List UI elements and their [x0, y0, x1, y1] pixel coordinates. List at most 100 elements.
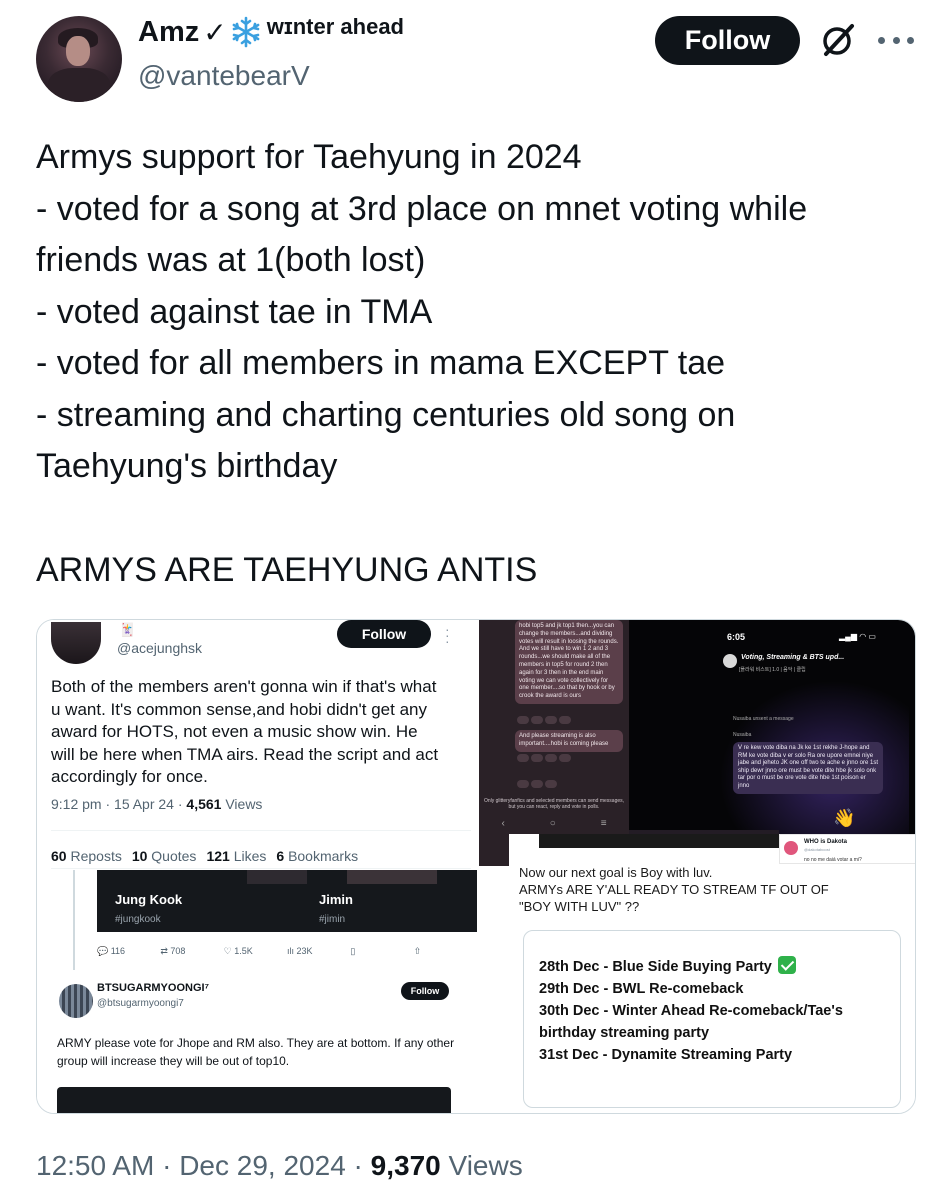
chat-notice: Only glitteryfanfics and selected member…: [483, 798, 625, 810]
embedded-follow-button: Follow: [401, 982, 449, 1000]
embedded-meta: 9:12 pm · 15 Apr 24 · 4,561 Views: [51, 796, 262, 812]
embedded-actions: 💬 116 ⇄ 708 ♡ 1.5K ılı 23K ▯ ⇧: [97, 946, 477, 957]
schedule-list: 28th Dec - Blue Side Buying Party 29th D…: [539, 956, 909, 1066]
bookmark-icon: ▯: [350, 946, 356, 956]
post-time[interactable]: 12:50 AM: [36, 1150, 154, 1182]
schedule-item: 29th Dec - BWL Re-comeback: [539, 981, 744, 997]
views-count: ılı 23K: [286, 946, 313, 956]
chat-bubble: V re kew vote diba na Jk ke 1st rekhe J-…: [733, 742, 883, 794]
chat-reactions: [517, 780, 559, 789]
repost-count: ⇄ 708: [160, 946, 186, 956]
embedded-stats: 60 Reposts 10 Quotes 121 Likes 6 Bookmar…: [51, 848, 358, 864]
chat-system-text: Nusaiba unsent a message: [733, 716, 794, 722]
divider: [51, 868, 471, 869]
tweet-footer: 12:50 AM · Dec 29, 2024 · 9,370 Views: [36, 1150, 523, 1182]
tweet-text: Armys support for Taehyung in 2024 - vot…: [36, 132, 916, 596]
divider: [51, 830, 471, 831]
reply-count: 💬 116: [97, 946, 126, 956]
embedded-meta-views: 4,561: [186, 796, 222, 812]
embedded-name: WHO is Dakota: [804, 839, 848, 845]
check-icon: [777, 956, 796, 974]
schedule-item: 31st Dec - Dynamite Streaming Party: [539, 1047, 793, 1063]
member-name: Jung Kook: [115, 892, 183, 907]
chat-reactions: [517, 716, 573, 725]
more-dot: [892, 36, 900, 44]
embedded-avatar: [51, 622, 101, 664]
media-image-left[interactable]: 🃏 @acejunghsk Follow · · · Both of the mem…: [37, 620, 479, 1113]
thread-line: [73, 870, 75, 970]
stat-likes: 121 Likes: [206, 848, 267, 864]
member-photo: [247, 870, 307, 884]
embedded-more-icon: · · ·: [445, 621, 450, 649]
tweet-line: Taehyung's birthday: [36, 447, 338, 485]
name-row: Amz ✓ wɪnter ahead: [138, 12, 404, 52]
embedded-name-emoji: 🃏: [119, 622, 136, 637]
embedded-dark-strip: [539, 834, 779, 848]
tweet-line: - voted for a song at 3rd place on mnet …: [36, 189, 808, 228]
chat-group-avatar: [723, 654, 737, 668]
embedded-handle: @acejunghsk: [117, 640, 203, 656]
chat-bubble: And please streaming is also important..…: [515, 730, 623, 752]
schedule-intro: Now our next goal is Boy with luv. ARMYs…: [519, 864, 909, 915]
name-check: ✓: [203, 16, 227, 48]
display-name[interactable]: Amz: [138, 16, 199, 49]
member-photo: [347, 870, 437, 884]
schedule-item: birthday streaming party: [539, 1025, 710, 1041]
follow-button[interactable]: Follow: [655, 16, 800, 65]
chat-time: 6:05: [727, 632, 746, 642]
stat-quotes: 10 Quotes: [131, 848, 197, 864]
separator: ·: [345, 1150, 371, 1181]
embedded-meta-time: 9:12 pm · 15 Apr 24 ·: [51, 796, 187, 812]
name-suffix: wɪnter ahead: [266, 14, 404, 39]
tweet-closing: ARMYS ARE TAEHYUNG ANTIS: [36, 550, 538, 589]
avatar-body: [48, 68, 110, 102]
views-count: 9,370: [370, 1150, 441, 1181]
embedded-reply-card: WHO is Dakota @dakotaboost no no me daiá…: [779, 834, 915, 864]
separator: ·: [154, 1150, 180, 1181]
tweet-line: - voted against tae in TMA: [36, 292, 433, 331]
stat-bookmarks: 6 Bookmarks: [276, 848, 359, 864]
grok-icon[interactable]: [818, 20, 858, 60]
phone-status-icons: ▂▄▆ ◠ ▭: [839, 632, 876, 641]
intro-line: ARMYs ARE Y'ALL READY TO STREAM TF OUT O…: [519, 882, 829, 897]
embedded-avatar: [59, 984, 93, 1018]
member-tag: #jimin: [319, 914, 346, 925]
snowflake-icon: [232, 16, 260, 48]
share-icon: ⇧: [413, 946, 422, 956]
embedded-avatar: [784, 841, 798, 855]
embedded-dark-card: [57, 1087, 451, 1113]
tweet-line: Armys support for Taehyung in 2024: [36, 138, 582, 176]
media-image-schedule[interactable]: WHO is Dakota @dakotaboost no no me daiá…: [509, 834, 915, 1113]
chat-bubble: hobi top5 and jk top1 then...you can cha…: [515, 620, 623, 704]
avatar[interactable]: [36, 16, 122, 102]
like-count: ♡ 1.5K: [223, 946, 253, 956]
chat-nav: ‹ ○ ≡: [501, 818, 607, 829]
intro-line: Now our next goal is Boy with luv.: [519, 865, 713, 880]
stat-reposts: 60 Reposts: [51, 848, 122, 864]
member-tag: #jungkook: [115, 914, 161, 925]
views-label: Views: [440, 1150, 523, 1181]
user-handle[interactable]: @vantebearV: [138, 60, 310, 92]
embedded-quoted-text: ARMY please vote for Jhope and RM also. …: [57, 1036, 455, 1068]
embedded-meta-views-label: Views: [221, 796, 263, 812]
tweet-line: - streaming and charting centuries old s…: [36, 395, 736, 434]
waving-hand-icon: 👋: [833, 808, 856, 828]
chat-sender: Nusaiba: [733, 732, 752, 738]
intro-line: "BOY WITH LUV" ??: [519, 899, 640, 914]
embedded-tweet-text: Both of the members aren't gonna win if …: [51, 677, 439, 786]
media-attachment[interactable]: 🃏 @acejunghsk Follow · · · Both of the mem…: [36, 619, 916, 1114]
embedded-quoted-handle: @btsugarmyoongi7: [97, 998, 184, 1009]
more-dot: [878, 36, 885, 44]
member-name: Jimin: [319, 892, 353, 907]
embedded-member-card: Jung Kook #jungkook Jimin #jimin: [97, 870, 477, 932]
embedded-follow-button: Follow: [337, 620, 431, 648]
embedded-quoted-name: BTSUGARMYOONGI⁷: [97, 982, 210, 994]
chat-subtitle: [플라워 비스트] 1.0 | 음악 | 클립: [739, 667, 806, 673]
more-icon[interactable]: [878, 22, 914, 58]
schedule-item: 28th Dec - Blue Side Buying Party: [539, 956, 909, 978]
embedded-text: no no me daiá votar a mi?: [804, 857, 862, 863]
post-date[interactable]: Dec 29, 2024: [179, 1150, 346, 1182]
embedded-handle: @dakotaboost: [804, 847, 830, 852]
media-image-chat-1[interactable]: hobi top5 and jk top1 then...you can cha…: [479, 620, 629, 866]
